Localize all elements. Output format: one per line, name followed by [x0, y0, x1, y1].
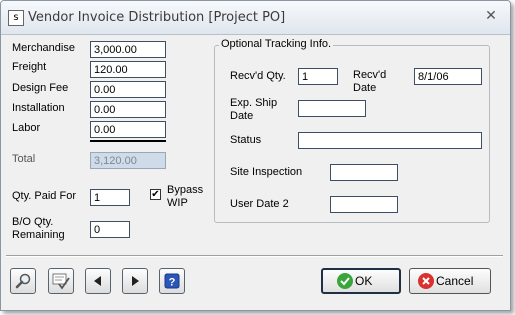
next-icon	[132, 276, 139, 286]
recvd-date-label-line1: Recv'd	[353, 69, 387, 81]
freight-label: Freight	[12, 61, 47, 73]
title-bar: s Vendor Invoice Distribution [Project P…	[1, 1, 510, 35]
qty-paid-for-field[interactable]	[90, 189, 130, 206]
total-field	[90, 152, 166, 169]
previous-icon	[94, 276, 101, 286]
search-button[interactable]	[10, 268, 36, 294]
close-icon[interactable]: ✕	[482, 7, 500, 25]
bypass-wip-checkbox[interactable]: ✔	[150, 189, 161, 200]
design-fee-label: Design Fee	[12, 82, 69, 94]
user-date-2-field[interactable]	[330, 196, 398, 213]
exp-ship-date-label-line2: Date	[230, 110, 254, 122]
status-label: Status	[230, 134, 262, 146]
cancel-icon	[418, 273, 434, 289]
bo-qty-remaining-field[interactable]	[90, 221, 130, 238]
help-icon: ?	[164, 273, 180, 289]
check-icon	[337, 273, 353, 289]
search-icon	[15, 273, 31, 289]
exp-ship-date-label-line1: Exp. Ship	[230, 97, 278, 109]
status-field[interactable]	[298, 132, 482, 149]
bo-qty-label-line2: Remaining	[12, 229, 65, 241]
svg-text:?: ?	[169, 277, 176, 289]
installation-field[interactable]	[90, 101, 166, 118]
recvd-qty-label: Recv'd Qty.	[230, 70, 286, 82]
spell-check-icon	[52, 273, 70, 290]
optional-tracking-title: Optional Tracking Info.	[219, 38, 334, 51]
recvd-date-field[interactable]	[414, 68, 482, 85]
total-label: Total	[12, 153, 36, 165]
labor-field[interactable]	[90, 121, 166, 138]
next-button[interactable]	[122, 268, 148, 294]
bypass-wip-label-line2: WIP	[167, 197, 188, 209]
app-icon[interactable]: s	[8, 10, 24, 26]
bypass-wip-label-line1: Bypass	[167, 184, 204, 196]
exp-ship-date-field[interactable]	[298, 100, 366, 117]
qty-paid-for-label: Qty. Paid For	[12, 190, 76, 202]
merchandise-field[interactable]	[90, 41, 166, 58]
bo-qty-label-line1: B/O Qty.	[12, 216, 54, 228]
total-divider	[90, 140, 166, 142]
cancel-label: Cancel	[436, 274, 474, 288]
user-date-2-label: User Date 2	[230, 198, 289, 210]
recvd-qty-field[interactable]	[298, 68, 338, 85]
help-button[interactable]: ?	[159, 268, 185, 294]
ok-button[interactable]: OK	[321, 268, 401, 294]
site-inspection-field[interactable]	[330, 164, 398, 181]
merchandise-label: Merchandise	[12, 42, 75, 54]
previous-button[interactable]	[85, 268, 111, 294]
site-inspection-label: Site Inspection	[230, 166, 303, 178]
window-title: Vendor Invoice Distribution [Project PO]	[28, 10, 286, 25]
installation-label: Installation	[12, 102, 65, 114]
dialog-window: s Vendor Invoice Distribution [Project P…	[0, 0, 511, 311]
design-fee-field[interactable]	[90, 81, 166, 98]
freight-field[interactable]	[90, 61, 166, 78]
labor-label: Labor	[12, 122, 41, 134]
cancel-button[interactable]: Cancel	[409, 268, 491, 294]
recvd-date-label-line2: Date	[353, 82, 377, 94]
footer-separator	[6, 255, 503, 257]
ok-label: OK	[355, 274, 373, 288]
spell-check-button[interactable]	[48, 268, 74, 294]
